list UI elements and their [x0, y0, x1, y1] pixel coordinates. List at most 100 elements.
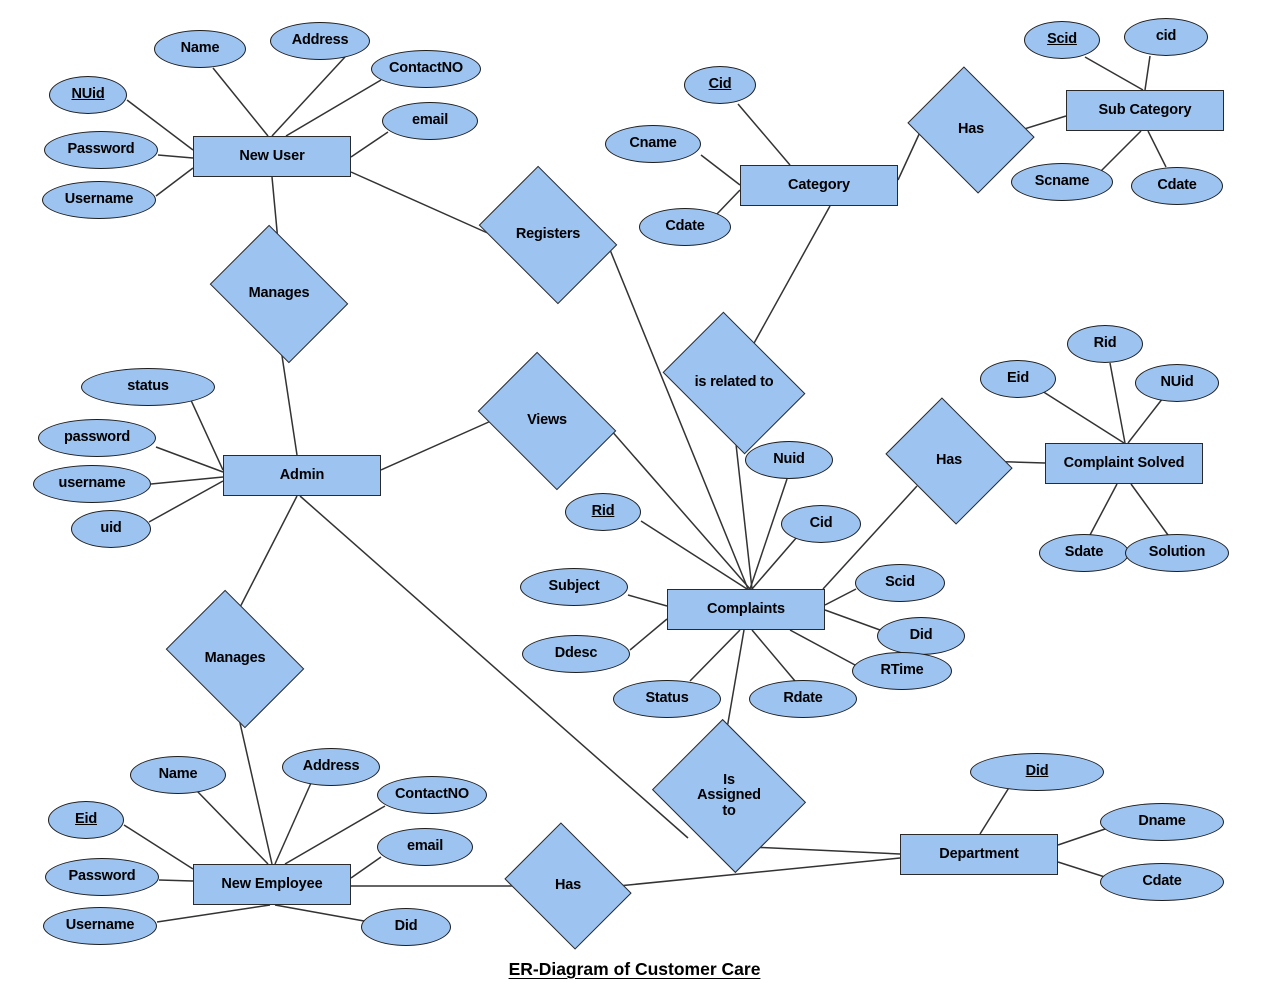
edge-has_department-department [617, 857, 901, 887]
attribute-nu_name[interactable]: Name [154, 30, 246, 68]
edge-cs_rid-complaint_solved [1109, 362, 1126, 444]
attribute-sc_scid[interactable]: Scid [1024, 21, 1100, 59]
edge-ne_contactno-new_employee [284, 805, 386, 865]
edge-nu_username-new_user [155, 167, 194, 197]
edge-manages_emp-new_employee [234, 700, 273, 865]
attribute-nu_password[interactable]: Password [44, 131, 158, 169]
entity-sub_category[interactable]: Sub Category [1066, 90, 1224, 131]
relationship-is_related_to[interactable]: is related to [662, 311, 806, 455]
attribute-co_ddesc[interactable]: Ddesc [522, 635, 630, 673]
attribute-sc_cdate[interactable]: Cdate [1131, 167, 1223, 205]
attribute-nu_email[interactable]: email [382, 102, 478, 140]
attribute-co_nuid[interactable]: Nuid [745, 441, 833, 479]
edge-sc_scid-sub_category [1084, 56, 1144, 91]
relationship-manages_emp[interactable]: Manages [165, 589, 305, 729]
attribute-ad_username[interactable]: username [33, 465, 151, 503]
attribute-cs_solution[interactable]: Solution [1125, 534, 1229, 572]
attribute-co_cid[interactable]: Cid [781, 505, 861, 543]
attribute-label: Ddesc [554, 645, 598, 662]
attribute-de_dname[interactable]: Dname [1100, 803, 1224, 841]
attribute-ne_username[interactable]: Username [43, 907, 157, 945]
attribute-co_did[interactable]: Did [877, 617, 965, 655]
attribute-ad_uid[interactable]: uid [71, 510, 151, 548]
diagram-title: ER-Diagram of Customer Care [508, 959, 761, 979]
edge-category-has_category [897, 129, 922, 181]
relationship-label: Is Assigned to [697, 771, 761, 819]
relationship-views[interactable]: Views [477, 351, 617, 491]
attribute-label: Name [158, 766, 198, 783]
attribute-label: Scid [885, 574, 915, 591]
attribute-label: status [127, 378, 169, 395]
attribute-ne_password[interactable]: Password [45, 858, 159, 896]
edge-co_ddesc-complaints [629, 618, 668, 651]
attribute-cs_nuid[interactable]: NUid [1135, 364, 1219, 402]
attribute-ad_status[interactable]: status [81, 368, 215, 406]
attribute-label: uid [100, 520, 122, 537]
relationship-label: Views [527, 412, 567, 429]
relationship-is_assigned_to[interactable]: Is Assigned to [651, 718, 807, 874]
attribute-ca_cdate[interactable]: Cdate [639, 208, 731, 246]
entity-new_employee[interactable]: New Employee [193, 864, 351, 905]
entity-new_user[interactable]: New User [193, 136, 351, 177]
attribute-ca_cname[interactable]: Cname [605, 125, 701, 163]
attribute-nu_nuid[interactable]: NUid [49, 76, 127, 114]
attribute-ne_address[interactable]: Address [282, 748, 380, 786]
edge-has_category-sub_category [1020, 115, 1067, 131]
attribute-cs_eid[interactable]: Eid [980, 360, 1056, 398]
attribute-cs_sdate[interactable]: Sdate [1039, 534, 1129, 572]
entity-complaints[interactable]: Complaints [667, 589, 825, 630]
edge-co_did-complaints [824, 609, 881, 631]
relationship-has_solved[interactable]: Has [885, 397, 1013, 525]
attribute-de_did[interactable]: Did [970, 753, 1104, 791]
entity-admin[interactable]: Admin [223, 455, 381, 496]
attribute-nu_address[interactable]: Address [270, 22, 370, 60]
attribute-sc_scname[interactable]: Scname [1011, 163, 1113, 201]
entity-label: Admin [279, 466, 325, 483]
attribute-co_scid[interactable]: Scid [855, 564, 945, 602]
attribute-ne_contactno[interactable]: ContactNO [377, 776, 487, 814]
attribute-cs_rid[interactable]: Rid [1067, 325, 1143, 363]
attribute-de_cdate[interactable]: Cdate [1100, 863, 1224, 901]
relationship-label: Has [936, 452, 962, 469]
edge-category-is_related_to [752, 205, 831, 346]
edge-co_status-complaints [689, 629, 741, 682]
edge-department-de_cdate [1057, 861, 1109, 879]
attribute-label: Cname [629, 135, 677, 152]
attribute-nu_username[interactable]: Username [42, 181, 156, 219]
attribute-ca_cid[interactable]: Cid [684, 66, 756, 104]
relationship-manages_user[interactable]: Manages [209, 224, 349, 364]
attribute-co_subject[interactable]: Subject [520, 568, 628, 606]
entity-label: New Employee [221, 875, 323, 892]
attribute-co_rtime[interactable]: RTime [852, 652, 952, 690]
attribute-co_status[interactable]: Status [613, 680, 721, 718]
attribute-ne_did[interactable]: Did [361, 908, 451, 946]
entity-complaint_solved[interactable]: Complaint Solved [1045, 443, 1203, 484]
edge-ne_address-new_employee [274, 782, 312, 865]
relationship-label: Has [958, 121, 984, 138]
edge-ne_did-new_employee [274, 904, 365, 922]
edge-ca_cdate-category [715, 189, 741, 216]
attribute-nu_contactno[interactable]: ContactNO [371, 50, 481, 88]
attribute-label: Status [645, 690, 689, 707]
entity-category[interactable]: Category [740, 165, 898, 206]
attribute-ne_eid[interactable]: Eid [48, 801, 124, 839]
attribute-sc_cid[interactable]: cid [1124, 18, 1208, 56]
relationship-registers[interactable]: Registers [478, 165, 618, 305]
attribute-label: email [411, 112, 449, 129]
entity-department[interactable]: Department [900, 834, 1058, 875]
relationship-has_category[interactable]: Has [907, 66, 1035, 194]
edge-co_cid-complaints [751, 536, 798, 590]
attribute-ne_email[interactable]: email [377, 828, 473, 866]
attribute-co_rdate[interactable]: Rdate [749, 680, 857, 718]
edge-ad_status-admin [189, 397, 224, 471]
attribute-ne_name[interactable]: Name [130, 756, 226, 794]
attribute-ad_password[interactable]: password [38, 419, 156, 457]
attribute-co_rid[interactable]: Rid [565, 493, 641, 531]
edge-cs_nuid-complaint_solved [1127, 397, 1164, 444]
edge-ca_cname-category [700, 154, 741, 186]
relationship-has_department[interactable]: Has [504, 822, 632, 950]
edge-ne_username-new_employee [156, 904, 271, 923]
edge-co_rid-complaints [640, 520, 748, 590]
attribute-label: Eid [75, 811, 97, 828]
attribute-label: Cid [809, 515, 833, 532]
